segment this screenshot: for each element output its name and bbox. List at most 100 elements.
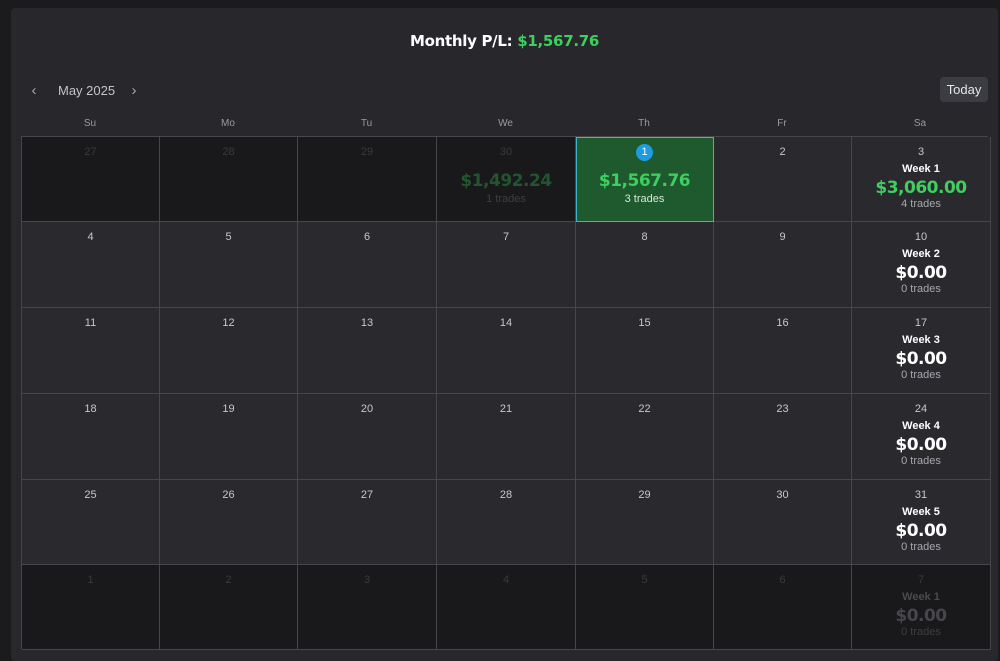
day-number: 31 (914, 489, 928, 501)
day-cell[interactable]: 9 (714, 222, 852, 308)
day-number: 6 (363, 231, 371, 243)
day-cell[interactable]: 20 (298, 394, 437, 480)
week-label: Week 3 (902, 334, 940, 346)
day-cell[interactable]: 6 (298, 222, 437, 308)
day-cell[interactable]: 23 (714, 394, 852, 480)
day-cell[interactable]: 21 (437, 394, 576, 480)
day-number: 4 (502, 574, 510, 586)
day-cell[interactable]: 18 (22, 394, 160, 480)
day-cell[interactable]: 16 (714, 308, 852, 394)
day-number: 30 (499, 146, 513, 158)
week-pnl: $0.00 (895, 349, 947, 369)
week-label: Week 5 (902, 506, 940, 518)
week-summary-cell[interactable]: 10 Week 2 $0.00 0 trades (852, 222, 991, 308)
today-button[interactable]: Today (940, 77, 988, 102)
prev-month-chevron-left-icon[interactable]: ‹ (23, 80, 45, 102)
day-number: 1 (87, 574, 94, 586)
day-number: 12 (222, 317, 235, 329)
week-label: Week 1 (902, 591, 940, 603)
day-number: 10 (914, 231, 928, 243)
day-cell[interactable]: 7 (437, 222, 576, 308)
day-number: 2 (779, 146, 786, 158)
day-cell[interactable]: 28 (437, 480, 576, 565)
day-number: 7 (502, 231, 510, 243)
monthly-pl-header: Monthly P/L: $1,567.76 (11, 32, 998, 50)
day-cell[interactable]: 26 (160, 480, 298, 565)
current-month-label: May 2025 (58, 83, 116, 98)
week-pnl: $0.00 (895, 435, 947, 455)
day-number: 30 (776, 489, 789, 501)
day-cell[interactable]: 29 (298, 137, 437, 222)
day-number: 5 (225, 231, 232, 243)
day-number: 2 (225, 574, 232, 586)
next-month-chevron-right-icon[interactable]: › (123, 80, 145, 102)
week-summary-cell[interactable]: 7 Week 1 $0.00 0 trades (852, 565, 991, 650)
weekday-header-row: Su Mo Tu We Th Fr Sa (21, 112, 988, 138)
weekday-label: Sa (913, 118, 927, 129)
day-number: 18 (84, 403, 97, 415)
day-number: 25 (84, 489, 97, 501)
day-trade-count: 3 trades (624, 193, 665, 205)
monthly-pl-label: Monthly P/L: (409, 32, 513, 50)
week-summary-cell[interactable]: 17 Week 3 $0.00 0 trades (852, 308, 991, 394)
day-number: 21 (499, 403, 513, 415)
day-cell[interactable]: 15 (576, 308, 714, 394)
weekday-label: Mo (221, 118, 235, 129)
day-number: 22 (638, 403, 651, 415)
weekday-label: Th (638, 118, 650, 129)
day-number: 13 (360, 317, 374, 329)
day-cell[interactable]: 28 (160, 137, 298, 222)
day-cell[interactable]: 2 (714, 137, 852, 222)
day-number: 5 (641, 574, 648, 586)
day-number: 14 (499, 317, 513, 329)
day-cell[interactable]: 8 (576, 222, 714, 308)
day-cell[interactable]: 4 (437, 565, 576, 650)
day-cell[interactable]: 1 (22, 565, 160, 650)
day-number: 23 (776, 403, 789, 415)
day-cell[interactable]: 30 (714, 480, 852, 565)
day-number: 29 (360, 146, 374, 158)
day-cell[interactable]: 22 (576, 394, 714, 480)
day-number: 9 (779, 231, 786, 243)
weekday-label: Tu (360, 118, 373, 129)
week-summary-cell[interactable]: 24 Week 4 $0.00 0 trades (852, 394, 991, 480)
day-cell[interactable]: 19 (160, 394, 298, 480)
day-number: 29 (638, 489, 651, 501)
day-cell[interactable]: 2 (160, 565, 298, 650)
day-number: 19 (222, 403, 235, 415)
day-cell[interactable]: 27 (298, 480, 437, 565)
day-cell[interactable]: 12 (160, 308, 298, 394)
day-cell[interactable]: 5 (160, 222, 298, 308)
day-cell[interactable]: 14 (437, 308, 576, 394)
day-cell[interactable]: 6 (714, 565, 852, 650)
day-cell[interactable]: 25 (22, 480, 160, 565)
weekday-label: Su (83, 118, 97, 129)
week-trade-count: 0 trades (901, 283, 941, 295)
week-label: Week 4 (902, 420, 940, 432)
week-summary-cell[interactable]: 31 Week 5 $0.00 0 trades (852, 480, 991, 565)
week-pnl: $0.00 (895, 263, 947, 283)
day-cell[interactable]: 5 (576, 565, 714, 650)
day-cell[interactable]: 4 (22, 222, 160, 308)
today-day-badge: 1 (636, 144, 653, 161)
day-number: 17 (914, 317, 928, 329)
day-number: 28 (499, 489, 513, 501)
day-cell[interactable]: 13 (298, 308, 437, 394)
day-number: 15 (638, 317, 651, 329)
day-cell[interactable]: 11 (22, 308, 160, 394)
day-number: 26 (222, 489, 235, 501)
month-navigation: ‹ May 2025 › Today (11, 74, 998, 108)
day-pnl: $1,567.76 (598, 171, 691, 191)
day-cell[interactable]: 3 (298, 565, 437, 650)
day-number: 27 (84, 146, 97, 158)
week-summary-cell[interactable]: 3 Week 1 $3,060.00 4 trades (852, 137, 991, 222)
day-cell[interactable]: 27 (22, 137, 160, 222)
day-number: 6 (779, 574, 786, 586)
day-cell[interactable]: 30 $1,492.24 1 trades (437, 137, 576, 222)
day-number: 3 (363, 574, 371, 586)
day-trade-count: 1 trades (486, 193, 526, 205)
day-cell[interactable]: 1 $1,567.76 3 trades (576, 137, 714, 222)
day-cell[interactable]: 29 (576, 480, 714, 565)
week-trade-count: 0 trades (901, 541, 941, 553)
day-number: 16 (776, 317, 789, 329)
